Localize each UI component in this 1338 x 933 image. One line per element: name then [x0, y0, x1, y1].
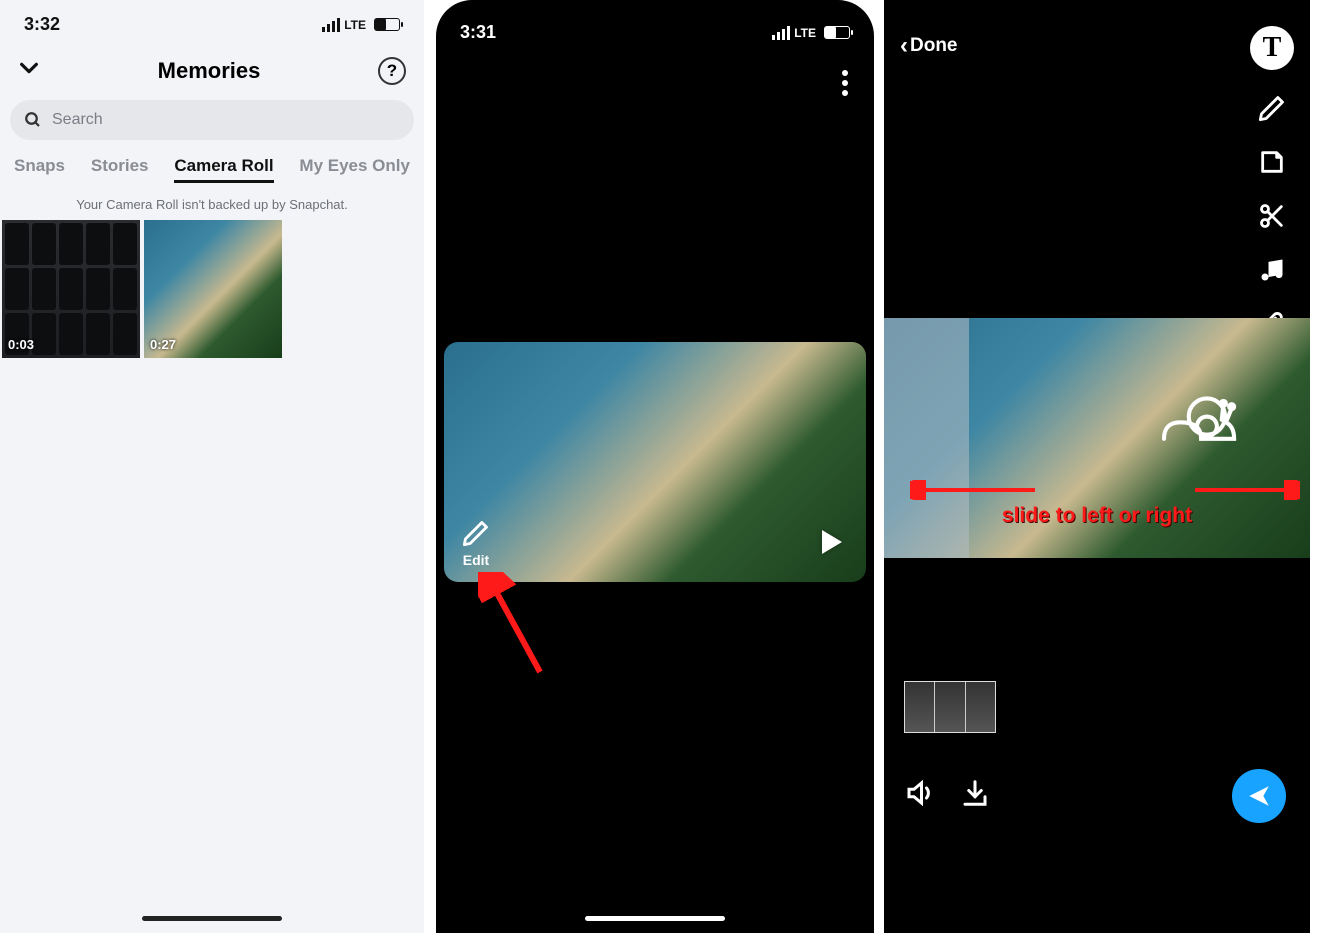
preview-screen: 3:31 LTE Edit	[436, 0, 874, 933]
editor-canvas[interactable]: slide to left or right	[884, 318, 1310, 558]
battery-icon	[824, 26, 850, 39]
play-icon	[822, 530, 842, 554]
status-right: LTE	[772, 26, 850, 40]
status-time: 3:31	[460, 22, 496, 43]
video-preview[interactable]: Edit	[444, 342, 866, 582]
video-duration: 0:27	[150, 337, 176, 352]
carrier-label: LTE	[794, 26, 816, 40]
draw-tool[interactable]	[1256, 92, 1288, 124]
pencil-icon	[462, 519, 490, 547]
more-options-icon[interactable]	[842, 66, 848, 100]
save-button[interactable]	[960, 778, 990, 813]
video-duration: 0:03	[8, 337, 34, 352]
chevron-left-icon: ‹	[900, 32, 908, 60]
search-icon	[24, 111, 42, 129]
tab-stories[interactable]: Stories	[91, 156, 149, 183]
tab-snaps[interactable]: Snaps	[14, 156, 65, 183]
memories-header: Memories ?	[0, 43, 424, 94]
page-title: Memories	[158, 58, 261, 84]
pencil-icon	[1258, 94, 1286, 122]
done-button[interactable]: ‹ Done	[900, 32, 958, 60]
tab-camera-roll[interactable]: Camera Roll	[174, 156, 273, 183]
annotation-arrow-right	[1190, 480, 1300, 500]
annotation-text: slide to left or right	[1002, 504, 1192, 528]
home-indicator[interactable]	[142, 916, 282, 921]
status-time: 3:32	[24, 14, 60, 35]
edit-button[interactable]: Edit	[462, 519, 490, 568]
carrier-label: LTE	[344, 18, 366, 32]
sticker-icon	[1258, 148, 1286, 176]
status-right: LTE	[322, 18, 400, 32]
music-icon	[1258, 256, 1286, 284]
chevron-down-icon[interactable]	[18, 55, 40, 86]
signal-bars-icon	[322, 18, 340, 32]
home-indicator[interactable]	[585, 916, 725, 921]
save-icon	[960, 778, 990, 808]
music-tool[interactable]	[1256, 254, 1288, 286]
bottom-actions	[904, 778, 990, 813]
edit-label: Edit	[462, 552, 490, 568]
search-placeholder: Search	[52, 111, 103, 129]
sticker-tool[interactable]	[1256, 146, 1288, 178]
preview-image	[444, 342, 866, 582]
text-tool[interactable]: T	[1250, 26, 1294, 70]
memories-tabs: Snaps Stories Camera Roll My Eyes Only	[0, 146, 424, 187]
search-input[interactable]: Search	[10, 100, 414, 140]
send-button[interactable]	[1232, 769, 1286, 823]
annotation-arrow-left	[910, 480, 1040, 500]
done-label: Done	[910, 35, 958, 57]
status-bar: 3:31 LTE	[436, 0, 874, 51]
editor-screen: ‹ Done T	[884, 0, 1310, 933]
video-thumbnail[interactable]: 0:03	[2, 220, 140, 358]
annotation-arrow	[478, 572, 558, 682]
filter-shade	[884, 318, 969, 558]
clip-timeline[interactable]	[904, 681, 996, 733]
memories-screen: 3:32 LTE Memories ? Search Snaps Stories…	[0, 0, 424, 933]
scissors-icon	[1258, 202, 1286, 230]
send-icon	[1246, 783, 1272, 809]
play-button[interactable]	[822, 530, 842, 554]
video-thumbnail[interactable]: 0:27	[144, 220, 282, 358]
help-icon[interactable]: ?	[378, 57, 406, 85]
signal-bars-icon	[772, 26, 790, 40]
camera-roll-grid: 0:03 0:27	[0, 220, 424, 358]
sound-toggle[interactable]	[904, 778, 934, 813]
battery-icon	[374, 18, 400, 31]
status-bar: 3:32 LTE	[0, 0, 424, 43]
backup-warning: Your Camera Roll isn't backed up by Snap…	[0, 187, 424, 220]
speaker-icon	[904, 778, 934, 808]
scissors-tool[interactable]	[1256, 200, 1288, 232]
snail-filter-icon	[1154, 385, 1240, 451]
tab-my-eyes-only[interactable]: My Eyes Only	[299, 156, 410, 183]
